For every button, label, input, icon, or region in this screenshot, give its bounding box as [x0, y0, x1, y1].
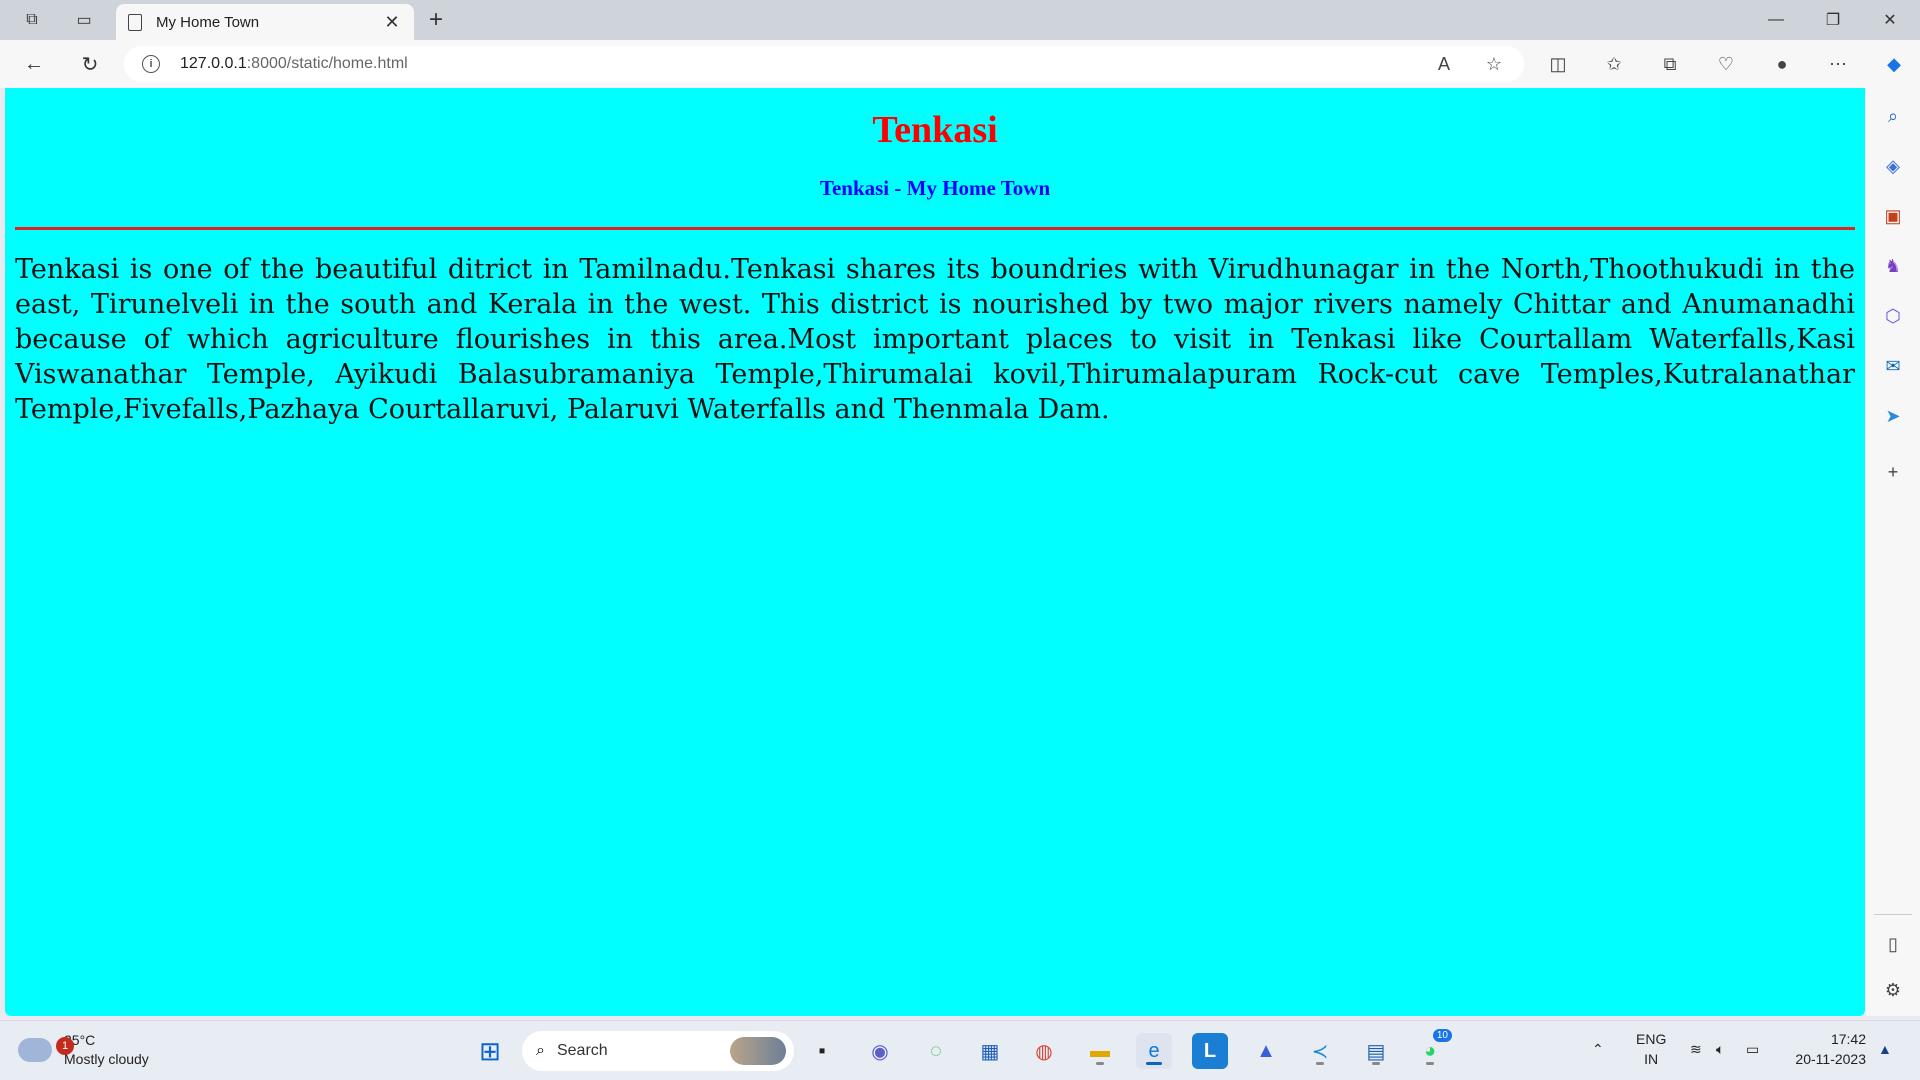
collections-icon[interactable]: ⧉: [1654, 48, 1686, 80]
start-icon[interactable]: ⊞: [472, 1033, 508, 1069]
workspaces-icon[interactable]: ⧉: [16, 6, 48, 34]
browser-essentials-icon[interactable]: ♡: [1710, 48, 1742, 80]
edge-icon[interactable]: e: [1136, 1033, 1172, 1069]
send-icon[interactable]: ➤: [1877, 400, 1909, 432]
split-screen-icon[interactable]: ◫: [1542, 48, 1574, 80]
page-title: Tenkasi: [872, 109, 998, 151]
clock-date: 20-11-2023: [1795, 1051, 1866, 1067]
search-label: Search: [556, 1042, 608, 1059]
microsoft-store-icon[interactable]: ▦: [972, 1033, 1008, 1069]
tab-my-home-town[interactable]: My Home Town ✕: [116, 4, 414, 40]
page-viewport: Tenkasi Tenkasi - My Home Town Tenkasi i…: [5, 88, 1865, 1016]
wifi-icon[interactable]: ≋: [1690, 1039, 1702, 1059]
launcher-l-icon[interactable]: L: [1192, 1033, 1228, 1069]
shopping-icon[interactable]: ◈: [1877, 150, 1909, 182]
microsoft-365-icon[interactable]: ⬡: [1877, 300, 1909, 332]
whatsapp-icon[interactable]: ◕ 10: [1412, 1029, 1452, 1069]
browser-toolbar: ← ↻ i 127.0.0.1:8000/static/home.html A …: [0, 40, 1920, 88]
favorite-star-icon[interactable]: ☆: [1478, 48, 1510, 80]
site-info-icon[interactable]: i: [142, 55, 160, 73]
url-host: 127.0.0.1: [180, 55, 247, 72]
show-hidden-icons[interactable]: ⌃: [1592, 1039, 1604, 1059]
page-subtitle: Tenkasi - My Home Town: [819, 176, 1051, 200]
minimize-button[interactable]: —: [1748, 0, 1804, 40]
new-tab-button[interactable]: +: [420, 6, 452, 34]
teams-chat-icon[interactable]: ◉: [862, 1033, 898, 1069]
hide-sidebar-icon[interactable]: ▯: [1877, 928, 1909, 960]
browser-title-bar: ⧉ ▭ My Home Town ✕ + — ❐ ✕: [0, 0, 1920, 40]
task-view-icon[interactable]: ▪: [804, 1033, 840, 1069]
battery-icon[interactable]: ▭: [1746, 1039, 1759, 1059]
taskbar-search[interactable]: ⌕ Search: [522, 1031, 794, 1071]
horizontal-rule: [15, 227, 1855, 230]
weather-badge: 1: [56, 1037, 74, 1055]
profile-icon[interactable]: ●: [1766, 48, 1798, 80]
notification-bell-icon[interactable]: ▲: [1878, 1039, 1892, 1059]
weather-widget[interactable]: 1 25°C Mostly cloudy: [18, 1031, 149, 1069]
clock[interactable]: 17:42 20-11-2023: [1786, 1029, 1866, 1069]
cloud-icon: [18, 1038, 52, 1062]
settings-gear-icon[interactable]: ⚙: [1877, 974, 1909, 1006]
language-indicator[interactable]: ENG IN: [1636, 1029, 1666, 1069]
url-path: :8000/static/home.html: [246, 55, 408, 72]
tab-actions-icon[interactable]: ▭: [68, 6, 100, 34]
restore-button[interactable]: ❐: [1805, 0, 1861, 40]
tools-icon[interactable]: ▣: [1877, 200, 1909, 232]
vscode-icon[interactable]: ≺: [1302, 1033, 1338, 1069]
chrome-icon[interactable]: ◍: [1026, 1033, 1062, 1069]
games-icon[interactable]: ♞: [1877, 250, 1909, 282]
volume-icon[interactable]: 🔈︎: [1716, 1039, 1724, 1059]
close-window-button[interactable]: ✕: [1862, 0, 1918, 40]
search-highlight-image: [730, 1037, 786, 1065]
weather-temp: 25°C: [64, 1032, 96, 1048]
refresh-button[interactable]: ↻: [72, 48, 108, 80]
language-code: ENG: [1636, 1031, 1667, 1047]
address-bar[interactable]: i 127.0.0.1:8000/static/home.html: [124, 46, 1524, 82]
sidebar-divider: [1874, 914, 1912, 915]
notepad-icon[interactable]: ▤: [1358, 1033, 1394, 1069]
file-explorer-icon[interactable]: ▬: [1082, 1033, 1118, 1069]
edge-sidebar: ⌕ ◈ ▣ ♞ ⬡ ✉ ➤ + ▯ ⚙: [1866, 88, 1920, 1016]
outlook-icon[interactable]: ✉: [1877, 350, 1909, 382]
clock-time: 17:42: [1830, 1031, 1866, 1047]
add-sidebar-app-icon[interactable]: +: [1877, 456, 1909, 488]
region-code: IN: [1644, 1051, 1659, 1067]
favorites-icon[interactable]: ✩: [1598, 48, 1630, 80]
page-paragraph: Tenkasi is one of the beautiful ditrict …: [15, 254, 1855, 425]
copilot-icon[interactable]: ◆: [1878, 48, 1910, 80]
close-tab-icon[interactable]: ✕: [382, 12, 402, 33]
more-menu-icon[interactable]: ⋯: [1822, 48, 1854, 80]
search-icon: ⌕: [536, 1042, 545, 1059]
back-button[interactable]: ←: [16, 48, 52, 80]
app-a-icon[interactable]: ▲: [1248, 1033, 1284, 1069]
whatsapp-badge: 10: [1432, 1029, 1452, 1042]
app-ring-icon[interactable]: ◌: [918, 1033, 954, 1069]
search-icon[interactable]: ⌕: [1877, 100, 1909, 132]
weather-desc: Mostly cloudy: [64, 1051, 149, 1067]
windows-taskbar: 1 25°C Mostly cloudy ⊞ ⌕ Search ▪ ◉ ◌ ▦ …: [0, 1020, 1920, 1080]
tab-title: My Home Town: [156, 13, 260, 31]
read-aloud-icon[interactable]: A: [1428, 48, 1460, 80]
page-icon: [128, 13, 142, 31]
